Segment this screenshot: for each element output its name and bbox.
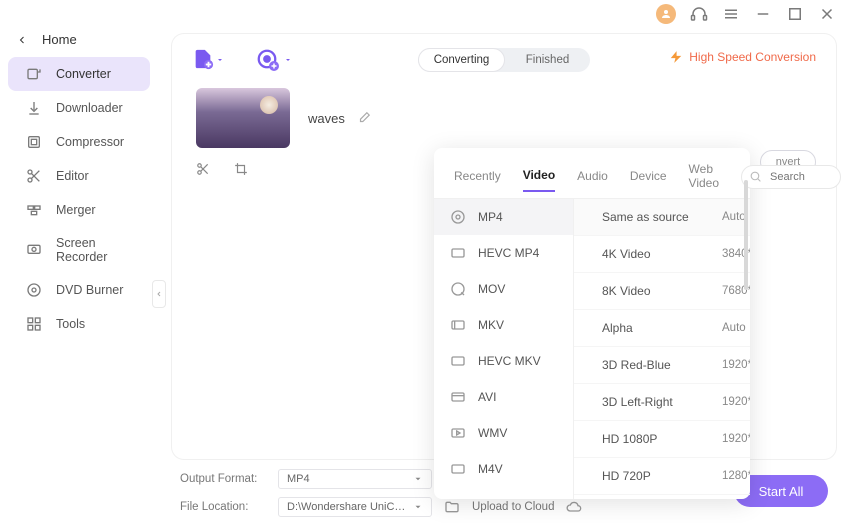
cloud-icon[interactable] [566,499,582,515]
user-avatar[interactable] [656,4,676,24]
format-dropdown: Recently Video Audio Device Web Video MP… [434,148,750,499]
add-file-button[interactable] [192,48,214,70]
disc-icon [26,282,42,298]
file-location-select[interactable]: D:\Wondershare UniConverter 1 [278,497,432,517]
sidebar-item-editor[interactable]: Editor [8,159,150,193]
home-nav[interactable]: Home [0,22,158,57]
sidebar-collapse[interactable] [152,280,166,308]
menu-icon[interactable] [722,5,740,23]
headset-icon[interactable] [690,5,708,23]
search-icon [749,170,762,183]
resolution-item[interactable]: 3D Left-Right1920*1080 [574,384,750,421]
folder-icon[interactable] [444,499,460,515]
resolution-item[interactable]: HD 720P1280*720 [574,458,750,495]
grid-icon [26,316,42,332]
resolution-item[interactable]: Same as sourceAuto [574,199,750,236]
bolt-icon [669,50,683,64]
compress-icon [26,134,42,150]
trim-icon[interactable] [196,162,210,176]
video-name: waves [308,111,345,126]
output-format-select[interactable]: MP4 [278,469,432,489]
recorder-icon [26,242,42,258]
status-segment: Converting Finished [418,48,590,72]
chevron-left-icon [16,34,28,46]
resolution-item[interactable]: AlphaAuto [574,310,750,347]
rename-icon[interactable] [357,111,371,125]
dd-tab-recently[interactable]: Recently [454,163,501,191]
upload-label: Upload to Cloud [472,501,554,513]
crop-icon[interactable] [234,162,248,176]
scrollbar[interactable] [744,180,748,290]
sidebar-item-converter[interactable]: Converter [8,57,150,91]
format-hevcmp4[interactable]: HEVC MP4 [434,235,573,271]
dd-tab-video[interactable]: Video [523,162,555,192]
add-dvd-button[interactable] [256,48,278,70]
resolution-item[interactable]: 3D Red-Blue1920*1080 [574,347,750,384]
sidebar-item-compressor[interactable]: Compressor [8,125,150,159]
sidebar-item-recorder[interactable]: Screen Recorder [8,227,150,273]
output-format-label: Output Format: [180,473,266,485]
format-avi[interactable]: AVI [434,379,573,415]
video-thumbnail[interactable] [196,88,290,148]
dd-tab-audio[interactable]: Audio [577,163,608,191]
home-label: Home [42,32,77,47]
high-speed-link[interactable]: High Speed Conversion [669,50,816,64]
format-mov[interactable]: MOV [434,271,573,307]
format-hevcmkv[interactable]: HEVC MKV [434,343,573,379]
resolution-item[interactable]: 8K Video7680*4320 [574,273,750,310]
converter-icon [26,66,42,82]
minimize-button[interactable] [754,5,772,23]
sidebar-item-merger[interactable]: Merger [8,193,150,227]
sidebar-item-tools[interactable]: Tools [8,307,150,341]
merger-icon [26,202,42,218]
maximize-button[interactable] [786,5,804,23]
format-m4v[interactable]: M4V [434,451,573,487]
dd-tab-webvideo[interactable]: Web Video [689,156,719,198]
format-wmv[interactable]: WMV [434,415,573,451]
format-mp4[interactable]: MP4 [434,199,573,235]
scissors-icon [26,168,42,184]
sidebar-item-dvd[interactable]: DVD Burner [8,273,150,307]
download-icon [26,100,42,116]
close-button[interactable] [818,5,836,23]
file-location-label: File Location: [180,501,266,513]
tab-finished[interactable]: Finished [505,48,590,72]
sidebar-item-downloader[interactable]: Downloader [8,91,150,125]
resolution-item[interactable]: 4K Video3840*2160 [574,236,750,273]
format-mkv[interactable]: MKV [434,307,573,343]
dd-tab-device[interactable]: Device [630,163,667,191]
resolution-item[interactable]: HD 1080P1920*1080 [574,421,750,458]
tab-converting[interactable]: Converting [418,48,505,72]
